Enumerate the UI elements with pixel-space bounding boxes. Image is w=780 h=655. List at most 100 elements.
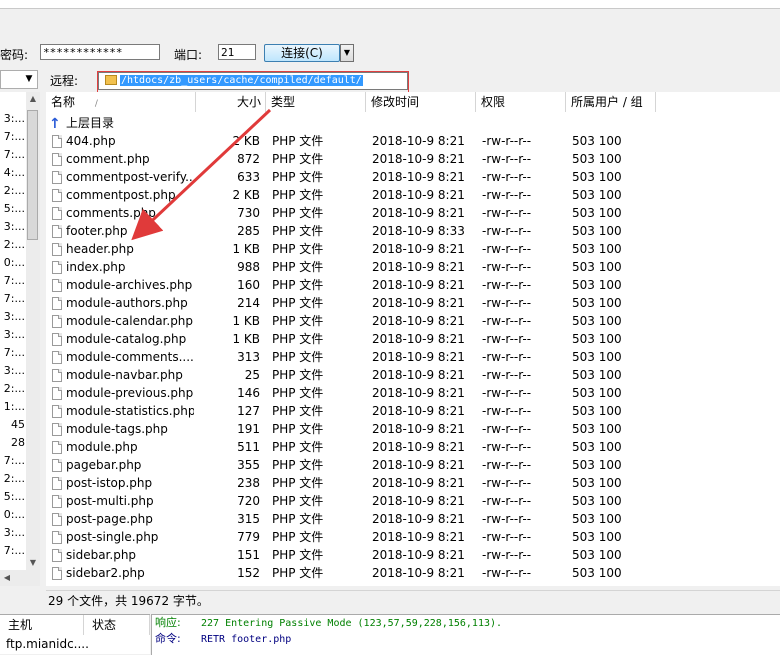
column-header-name[interactable]: 名称 / [46,92,196,112]
local-list-item[interactable]: 7:... [0,290,26,308]
local-list-item[interactable]: 7:... [0,344,26,362]
local-list-item[interactable]: 2:... [0,236,26,254]
file-row[interactable]: module-catalog.php 1 KB PHP 文件 2018-10-9 8:… [46,330,780,348]
php-file-icon [52,351,62,364]
file-row[interactable]: commentpost-verify... 633 PHP 文件 2018-10-9 … [46,168,780,186]
local-list-item[interactable]: 3:... [0,218,26,236]
file-row[interactable]: footer.php 285 PHP 文件 2018-10-9 8:33 -rw-r--… [46,222,780,240]
queue-column-status[interactable]: 状态 [84,615,150,635]
local-list-item[interactable]: 7:... [0,272,26,290]
local-list-item[interactable]: 3:... [0,524,26,542]
port-field[interactable]: 21 [218,44,256,60]
parent-directory-row[interactable]: ↑ 上层目录 [46,114,780,132]
file-mtime: 2018-10-9 8:21 [372,386,465,400]
local-list-item[interactable]: 4:... [0,164,26,182]
local-list-item[interactable]: 5:... [0,488,26,506]
local-list-item[interactable]: 28 [0,434,26,452]
local-list-item[interactable]: 3:... [0,110,26,128]
file-row[interactable]: post-multi.php 720 PHP 文件 2018-10-9 8:21 -rw… [46,492,780,510]
local-list-item[interactable]: 3:... [0,308,26,326]
file-size: 355 [237,458,260,472]
file-row[interactable]: post-single.php 779 PHP 文件 2018-10-9 8:21 -r… [46,528,780,546]
local-list-item[interactable]: 7:... [0,128,26,146]
local-list-item[interactable]: 3:... [0,362,26,380]
file-mtime: 2018-10-9 8:21 [372,296,465,310]
file-owner: 503 100 [572,206,622,220]
file-type: PHP 文件 [272,566,324,580]
file-row[interactable]: sidebar2.php 152 PHP 文件 2018-10-9 8:21 -rw-r… [46,564,780,582]
queue-host-item[interactable]: ftp.mianidc.... [0,635,150,654]
column-header-mtime[interactable]: 修改时间 [366,92,476,112]
local-list-item[interactable]: 1:... [0,398,26,416]
file-mtime: 2018-10-9 8:21 [372,530,465,544]
scroll-left-icon[interactable]: ◀ [0,571,14,585]
file-perm: -rw-r--r-- [482,188,532,202]
file-size: 160 [237,278,260,292]
file-row[interactable]: sidebar.php 151 PHP 文件 2018-10-9 8:21 -rw-r-… [46,546,780,564]
local-scroll-thumb[interactable] [27,110,38,240]
local-list-item[interactable]: 2:... [0,380,26,398]
local-file-list[interactable]: 3:... 7:... 7:... 4:... 2:... 5:... 3:... 2:...… [0,92,27,586]
file-mtime: 2018-10-9 8:21 [372,458,465,472]
column-header-type[interactable]: 类型 [266,92,366,112]
file-row[interactable]: module-calendar.php 1 KB PHP 文件 2018-10-9 8… [46,312,780,330]
file-row[interactable]: post-istop.php 238 PHP 文件 2018-10-9 8:21 -rw… [46,474,780,492]
file-row[interactable]: module-navbar.php 25 PHP 文件 2018-10-9 8:21 -… [46,366,780,384]
file-row[interactable]: 404.php 2 KB PHP 文件 2018-10-9 8:21 -rw-r--r-… [46,132,780,150]
file-type: PHP 文件 [272,170,324,184]
file-perm: -rw-r--r-- [482,296,532,310]
file-row[interactable]: comment.php 872 PHP 文件 2018-10-9 8:21 -rw-r-… [46,150,780,168]
connect-button[interactable]: 连接(C) [264,44,340,62]
local-list-item[interactable]: 45 [0,416,26,434]
local-list-item[interactable]: 7:... [0,452,26,470]
file-row[interactable]: module-authors.php 214 PHP 文件 2018-10-9 8:2… [46,294,780,312]
file-row[interactable]: index.php 988 PHP 文件 2018-10-9 8:21 -rw-r--r… [46,258,780,276]
local-list-item[interactable]: 0:... [0,506,26,524]
local-horizontal-scrollbar[interactable]: ◀ [0,570,40,586]
scroll-up-icon[interactable]: ▲ [26,92,40,106]
local-list-item[interactable]: 2:... [0,182,26,200]
file-row[interactable]: module-statistics.php 127 PHP 文件 2018-10-9 … [46,402,780,420]
file-row[interactable]: comments.php 730 PHP 文件 2018-10-9 8:21 -rw-r… [46,204,780,222]
file-row[interactable]: module-tags.php 191 PHP 文件 2018-10-9 8:21 -r… [46,420,780,438]
column-header-size[interactable]: 大小 [196,92,266,112]
scroll-down-icon[interactable]: ▼ [26,556,40,570]
local-list-item[interactable] [0,92,26,110]
file-owner: 503 100 [572,476,622,490]
local-list-item[interactable]: 5:... [0,200,26,218]
file-name: module.php [66,440,138,454]
file-mtime: 2018-10-9 8:21 [372,170,465,184]
file-name: module-statistics.php [66,404,194,418]
local-list-item[interactable]: 0:... [0,254,26,272]
file-mtime: 2018-10-9 8:21 [372,332,465,346]
chevron-down-icon[interactable]: ▼ [22,72,36,87]
file-row[interactable]: commentpost.php 2 KB PHP 文件 2018-10-9 8:21 -… [46,186,780,204]
message-log: 响应: 227 Entering Passive Mode (123,57,59,… [151,614,780,655]
php-file-icon [52,171,62,184]
file-row[interactable]: module-previous.php 146 PHP 文件 2018-10-9 8:… [46,384,780,402]
file-mtime: 2018-10-9 8:21 [372,548,465,562]
file-owner: 503 100 [572,242,622,256]
local-list-item[interactable]: 2:... [0,470,26,488]
file-row[interactable]: post-page.php 315 PHP 文件 2018-10-9 8:21 -rw-… [46,510,780,528]
remote-file-list[interactable]: ↑ 上层目录 404.php 2 KB PHP 文件 2018-10-9 8:21 -r… [46,112,780,586]
file-owner: 503 100 [572,512,622,526]
file-row[interactable]: module-archives.php 160 PHP 文件 2018-10-9 8:… [46,276,780,294]
file-row[interactable]: module.php 511 PHP 文件 2018-10-9 8:21 -rw-r--… [46,438,780,456]
file-mtime: 2018-10-9 8:21 [372,494,465,508]
column-header-permissions[interactable]: 权限 [476,92,566,112]
password-field[interactable]: ************ [40,44,160,60]
local-list-item[interactable]: 7:... [0,146,26,164]
connect-dropdown-arrow[interactable]: ▼ [340,44,354,62]
file-row[interactable]: header.php 1 KB PHP 文件 2018-10-9 8:21 -rw-r-… [46,240,780,258]
queue-column-host[interactable]: 主机 [0,615,84,635]
column-header-owner[interactable]: 所属用户 / 组 [566,92,656,112]
file-row[interactable]: pagebar.php 355 PHP 文件 2018-10-9 8:21 -rw-r-… [46,456,780,474]
local-list-item[interactable]: 7:... [0,542,26,560]
log-tag: 命令: [155,632,181,645]
file-perm: -rw-r--r-- [482,494,532,508]
log-message: 227 Entering Passive Mode (123,57,59,228… [201,618,503,629]
file-row[interactable]: module-comments.... 313 PHP 文件 2018-10-9 8:… [46,348,780,366]
local-list-item[interactable]: 3:... [0,326,26,344]
file-perm: -rw-r--r-- [482,224,532,238]
